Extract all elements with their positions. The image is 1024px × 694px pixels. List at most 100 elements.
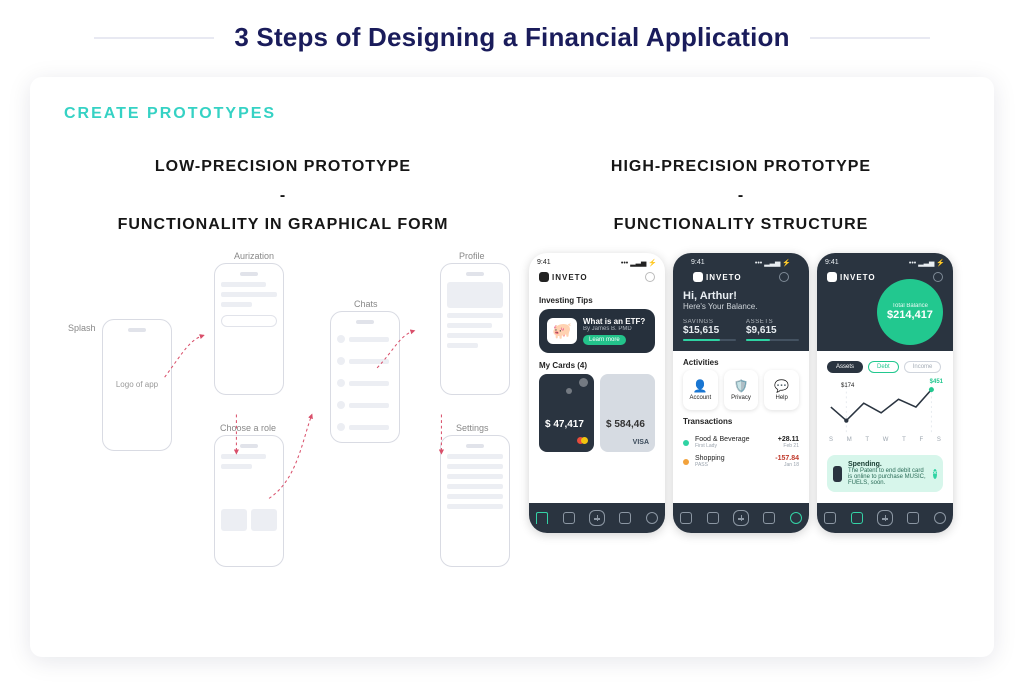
brand-name: INVETO xyxy=(840,273,876,282)
credit-card-light: $ 584,46 VISA xyxy=(600,374,655,452)
nav-profile-icon[interactable] xyxy=(934,512,946,524)
status-icons: ••• ▂▃▅ ⚡ xyxy=(755,259,791,267)
right-heading-line2: FUNCTIONALITY STRUCTURE xyxy=(614,216,869,233)
section-transactions: Transactions xyxy=(673,410,809,429)
tile-privacy[interactable]: 🛡️ Privacy xyxy=(724,370,759,410)
nav-card-icon[interactable] xyxy=(707,512,719,524)
card-icon xyxy=(833,466,842,482)
col-high-precision: HIGH-PRECISION PROTOTYPE - FUNCTIONALITY… xyxy=(522,153,960,623)
brand-name: INVETO xyxy=(706,273,742,282)
chart-label-low: $174 xyxy=(841,383,854,389)
learn-more-button[interactable]: Learn more xyxy=(583,335,626,345)
mastercard-icon xyxy=(577,437,588,446)
total-balance-badge: Total Balance $214,417 xyxy=(877,279,943,345)
spending-title: Spending. xyxy=(848,461,882,468)
col-low-precision: LOW-PRECISION PROTOTYPE - FUNCTIONALITY … xyxy=(64,153,502,623)
flow-label-profile: Profile xyxy=(459,251,485,261)
wireframe-flow: Splash Aurization Choose a role Chats Pr… xyxy=(64,253,502,623)
flow-label-authorization: Aurization xyxy=(234,251,274,261)
close-icon[interactable]: × xyxy=(933,469,937,479)
help-icon: 💬 xyxy=(774,379,789,393)
nav-home-icon[interactable] xyxy=(680,512,692,524)
page-title: 3 Steps of Designing a Financial Applica… xyxy=(234,22,789,53)
tip-author: By James B. PMD xyxy=(583,326,645,332)
nav-profile-icon[interactable] xyxy=(646,512,658,524)
tile-help[interactable]: 💬Help xyxy=(764,370,799,410)
flow-label-choose-role: Choose a role xyxy=(220,423,276,433)
visa-label: VISA xyxy=(633,439,649,446)
pill-debt[interactable]: Debt xyxy=(868,361,899,373)
axis-day: S xyxy=(829,437,833,443)
status-time: 9:41 xyxy=(537,259,551,267)
hifi-screen-chart: 9:41••• ▂▃▅ ⚡ INVETO Total Balance $214,… xyxy=(817,253,953,533)
trans-date: Feb 21 xyxy=(778,443,799,449)
transaction-row: ShoppingPASS -157.84Jan 18 xyxy=(683,452,799,471)
shield-icon: 🛡️ xyxy=(734,379,749,393)
divider-left xyxy=(94,37,214,39)
greeting: Hi, Arthur! xyxy=(683,290,799,302)
bottom-nav xyxy=(673,503,809,533)
savings-value: $15,615 xyxy=(683,325,736,336)
savings-label: SAVINGS xyxy=(683,319,736,325)
nav-card-icon[interactable] xyxy=(563,512,575,524)
nav-add-icon[interactable] xyxy=(589,510,605,526)
divider-right xyxy=(810,37,930,39)
section-investing-tips: Investing Tips xyxy=(529,288,665,309)
nav-card-icon[interactable] xyxy=(851,512,863,524)
chart-label-high: $451 xyxy=(930,379,943,385)
gear-icon xyxy=(779,272,789,282)
nav-home-icon[interactable] xyxy=(824,512,836,524)
sparkline-chart: $174 $451 S M T W xyxy=(817,377,953,451)
axis-day: F xyxy=(920,437,924,443)
flow-label-chats: Chats xyxy=(354,299,378,309)
tip-title: What is an ETF? xyxy=(583,317,645,326)
nav-bell-icon[interactable] xyxy=(619,512,631,524)
tile-account-label: Account xyxy=(689,395,711,401)
nav-profile-icon[interactable] xyxy=(790,512,802,524)
content-card: CREATE PROTOTYPES LOW-PRECISION PROTOTYP… xyxy=(30,77,994,657)
piggy-icon: 🐖 xyxy=(547,318,577,344)
wireframe-authorization xyxy=(214,263,284,395)
left-heading-line1: LOW-PRECISION PROTOTYPE xyxy=(155,158,411,175)
nav-bell-icon[interactable] xyxy=(907,512,919,524)
card1-amount: $ 47,417 xyxy=(545,419,584,430)
trans-sub: First Lady xyxy=(695,443,772,449)
pill-income[interactable]: Income xyxy=(904,361,942,373)
account-icon: 👤 xyxy=(693,379,708,393)
transaction-row: Food & BeverageFirst Lady +28.11Feb 21 xyxy=(683,433,799,452)
hifi-screen-tips: 9:41••• ▂▃▅ ⚡ INVETO Investing Tips 🐖 Wh… xyxy=(529,253,665,533)
left-heading: LOW-PRECISION PROTOTYPE - FUNCTIONALITY … xyxy=(64,153,502,239)
section-activities: Activities xyxy=(673,351,809,370)
tile-privacy-label: Privacy xyxy=(731,395,751,401)
wireframe-profile xyxy=(440,263,510,395)
card2-amount: $ 584,46 xyxy=(606,419,645,430)
trans-sub: PASS xyxy=(695,462,769,468)
right-heading-line1: HIGH-PRECISION PROTOTYPE xyxy=(611,158,871,175)
spending-card: Spending.The Patent to end debit card is… xyxy=(827,455,943,492)
nav-add-icon[interactable] xyxy=(877,510,893,526)
left-heading-dash: - xyxy=(280,187,286,204)
left-heading-line2: FUNCTIONALITY IN GRAPHICAL FORM xyxy=(118,216,449,233)
section-my-cards: My Cards (4) xyxy=(529,353,665,374)
nav-bell-icon[interactable] xyxy=(763,512,775,524)
trans-value: +28.11 xyxy=(778,436,799,443)
right-heading-dash: - xyxy=(738,187,744,204)
assets-label: ASSETS xyxy=(746,319,799,325)
spending-text: The Patent to end debit card is online t… xyxy=(848,468,926,486)
right-heading: HIGH-PRECISION PROTOTYPE - FUNCTIONALITY… xyxy=(522,153,960,239)
nav-home-icon[interactable] xyxy=(536,512,548,524)
axis-day: T xyxy=(902,437,906,443)
credit-card-dark: $ 47,417 xyxy=(539,374,594,452)
hifi-screen-balance: 9:41••• ▂▃▅ ⚡ INVETO Hi, Arthur! Here's … xyxy=(673,253,809,533)
flow-label-splash: Splash xyxy=(68,323,96,333)
pill-assets[interactable]: Assets xyxy=(827,361,863,373)
axis-day: S xyxy=(937,437,941,443)
trans-value: -157.84 xyxy=(775,455,799,462)
gear-icon xyxy=(933,272,943,282)
nav-add-icon[interactable] xyxy=(733,510,749,526)
tile-account[interactable]: 👤 Account xyxy=(683,370,718,410)
flow-label-settings: Settings xyxy=(456,423,489,433)
trans-name: Food & Beverage xyxy=(695,436,772,443)
greeting-sub: Here's Your Balance. xyxy=(683,302,799,311)
status-icons: ••• ▂▃▅ ⚡ xyxy=(909,259,945,267)
